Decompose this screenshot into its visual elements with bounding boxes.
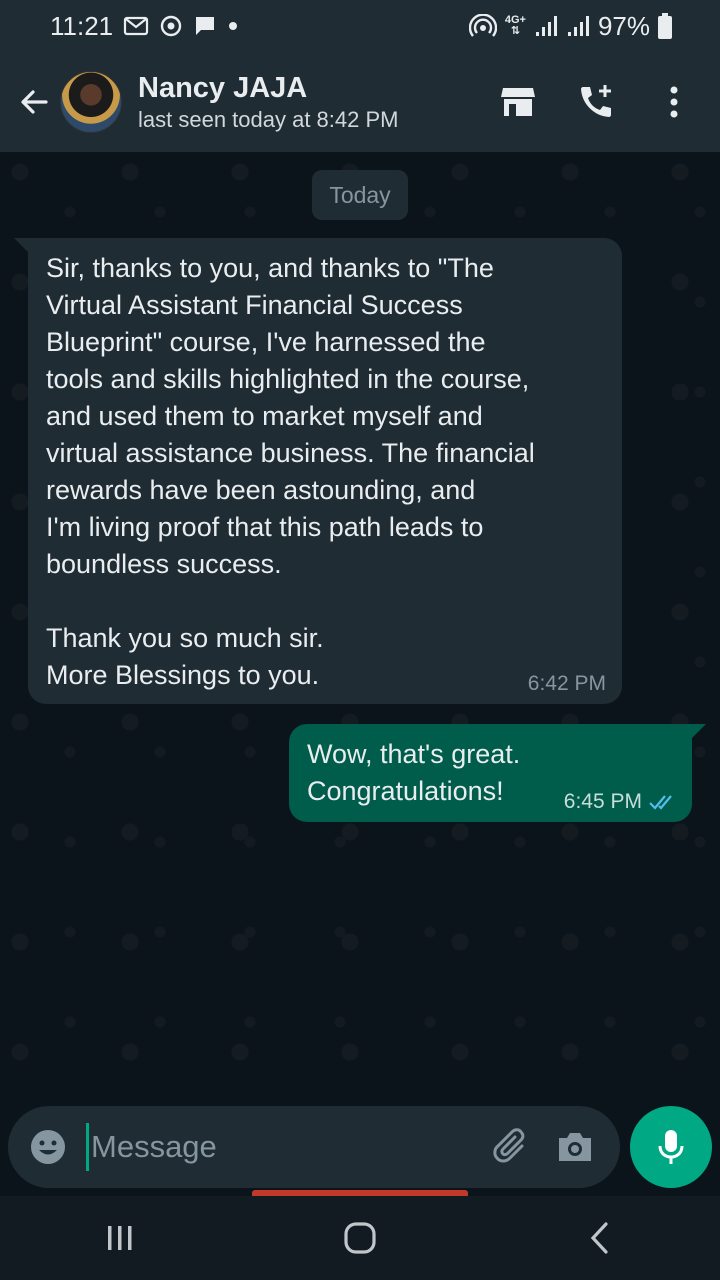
home-button[interactable] (320, 1208, 400, 1268)
contact-name: Nancy JAJA (138, 71, 308, 104)
arrow-left-icon (21, 90, 48, 114)
sync-icon (159, 14, 183, 38)
chat-header: Nancy JAJA last seen today at 8:42 PM (0, 52, 720, 152)
last-seen: last seen today at 8:42 PM (138, 106, 399, 132)
back-nav-button[interactable] (560, 1208, 640, 1268)
message-text: Sir, thanks to you, and thanks to "The V… (46, 253, 535, 690)
avatar[interactable] (60, 71, 122, 133)
camera-icon (559, 1133, 591, 1161)
chat-bubble-icon (193, 14, 217, 38)
add-call-icon (581, 85, 611, 117)
message-composer: Message (8, 1106, 620, 1188)
battery-icon (658, 13, 672, 39)
clock: 11:21 (50, 10, 114, 41)
emoji-button[interactable] (28, 1127, 68, 1167)
back-button[interactable] (12, 80, 56, 124)
navigation-bar (0, 1196, 720, 1280)
message-time: 6:45 PM (563, 790, 642, 813)
battery-percent: 97% (597, 10, 650, 41)
chevron-left-icon (590, 1222, 608, 1254)
gmail-icon (123, 15, 149, 37)
hotspot-icon (468, 14, 497, 38)
voice-message-button[interactable] (630, 1106, 712, 1188)
chat-area[interactable]: Today Sir, thanks to you, and thanks to … (0, 152, 720, 1100)
status-bar: 11:21 4G+ ⇅ 97% (0, 0, 720, 52)
double-check-icon (649, 795, 672, 810)
incoming-message[interactable]: Sir, thanks to you, and thanks to "The V… (14, 238, 622, 704)
paperclip-icon (493, 1128, 525, 1163)
signal-icon (534, 14, 558, 38)
microphone-icon (658, 1130, 684, 1164)
store-icon (501, 88, 535, 116)
message-time: 6:42 PM (527, 672, 606, 695)
signal-icon (566, 14, 590, 38)
emoji-icon (31, 1130, 65, 1164)
outgoing-message[interactable]: Wow, that's great. Congratulations! 6:45… (289, 724, 706, 822)
date-chip: Today (312, 170, 408, 220)
home-icon (344, 1222, 376, 1254)
camera-button[interactable] (548, 1120, 602, 1174)
recent-apps-button[interactable] (80, 1208, 160, 1268)
more-options-button[interactable] (642, 70, 706, 134)
attach-button[interactable] (484, 1120, 538, 1174)
dot-icon (227, 20, 239, 32)
recent-apps-icon (108, 1226, 132, 1250)
more-vertical-icon (670, 86, 678, 118)
store-button[interactable] (486, 70, 550, 134)
network-type-icon: 4G+ ⇅ (504, 14, 526, 37)
add-call-button[interactable] (564, 70, 628, 134)
contact-info[interactable]: Nancy JAJA last seen today at 8:42 PM (138, 72, 399, 133)
message-meta: 6:45 PM (564, 790, 678, 814)
message-input[interactable]: Message (86, 1123, 474, 1171)
